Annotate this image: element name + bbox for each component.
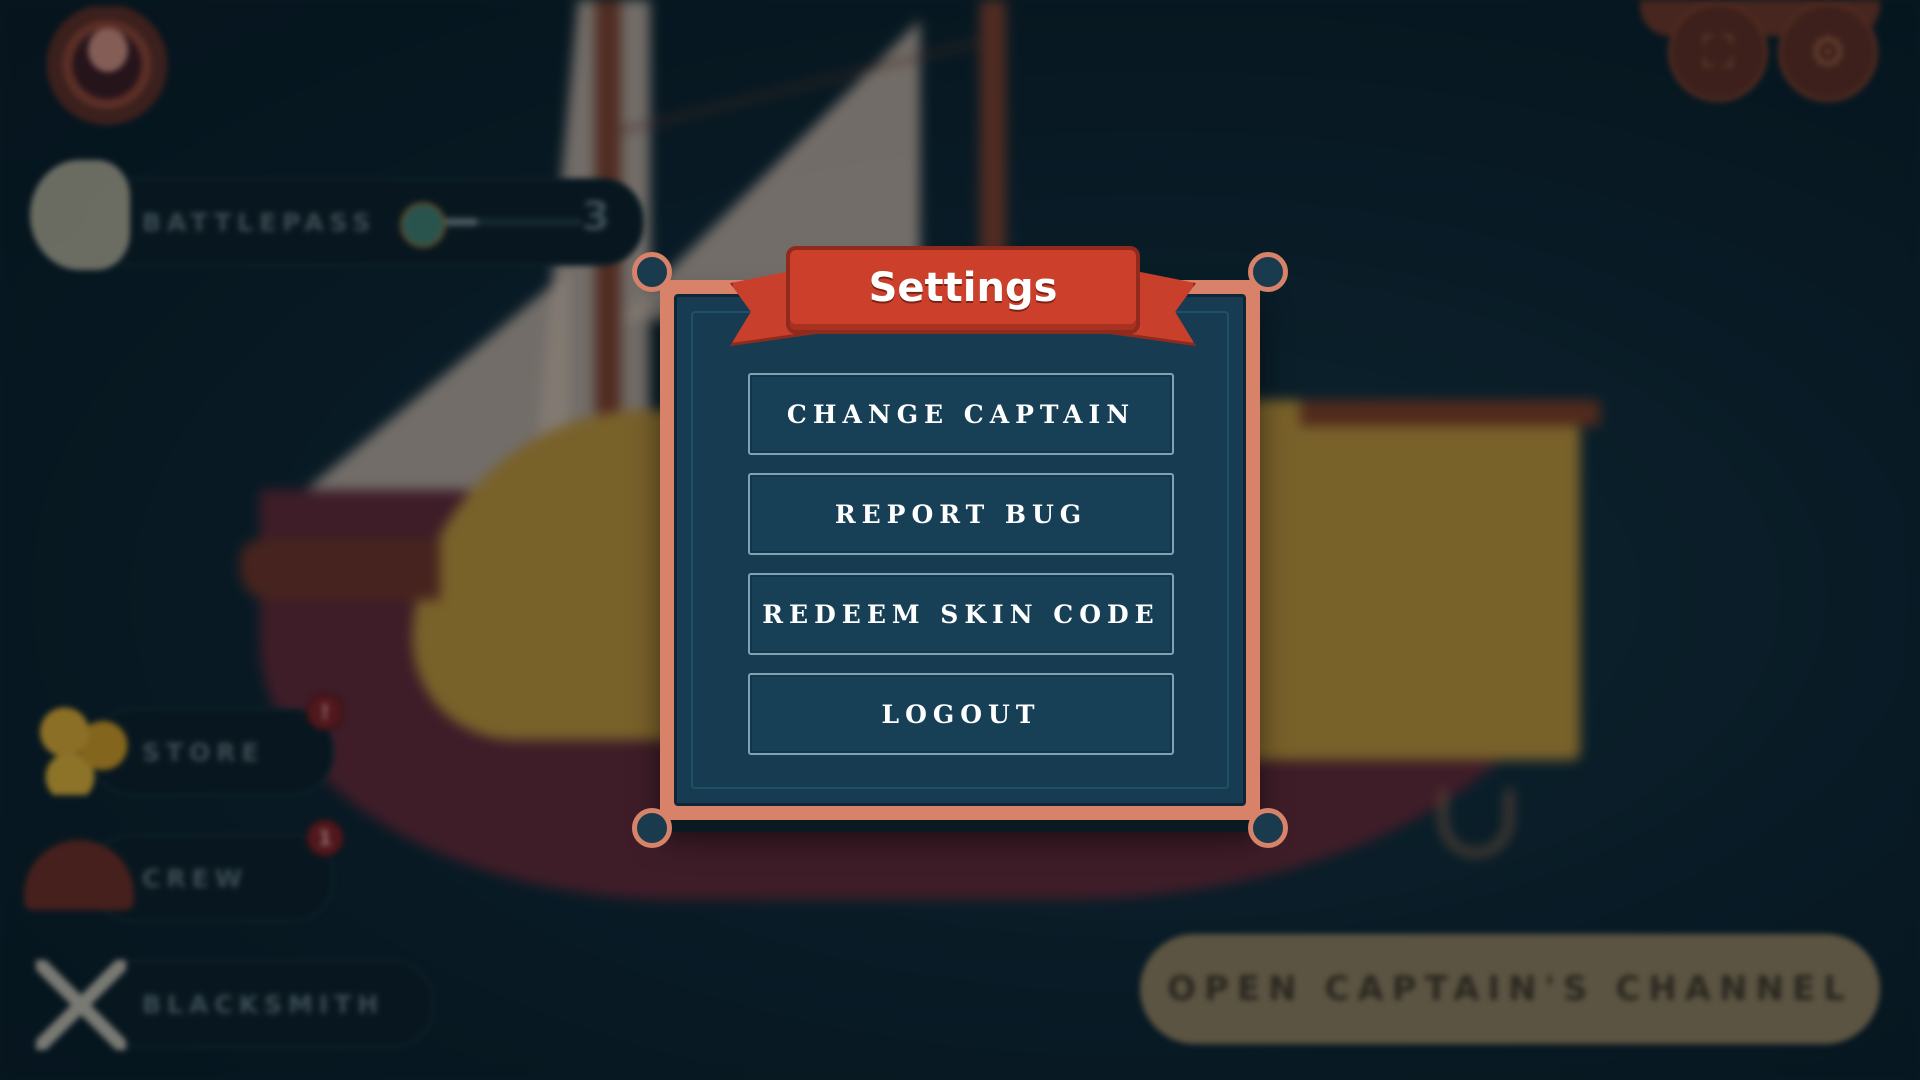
corner-ornament <box>1248 252 1288 292</box>
report-bug-button[interactable]: REPORT BUG <box>748 473 1174 555</box>
change-captain-button[interactable]: CHANGE CAPTAIN <box>748 373 1174 455</box>
corner-ornament <box>632 252 672 292</box>
corner-ornament <box>1248 808 1288 848</box>
modal-title: Settings <box>868 265 1058 311</box>
logout-button[interactable]: LOGOUT <box>748 673 1174 755</box>
redeem-skin-code-button[interactable]: REDEEM SKIN CODE <box>748 573 1174 655</box>
title-ribbon: Settings <box>786 246 1140 334</box>
corner-ornament <box>632 808 672 848</box>
